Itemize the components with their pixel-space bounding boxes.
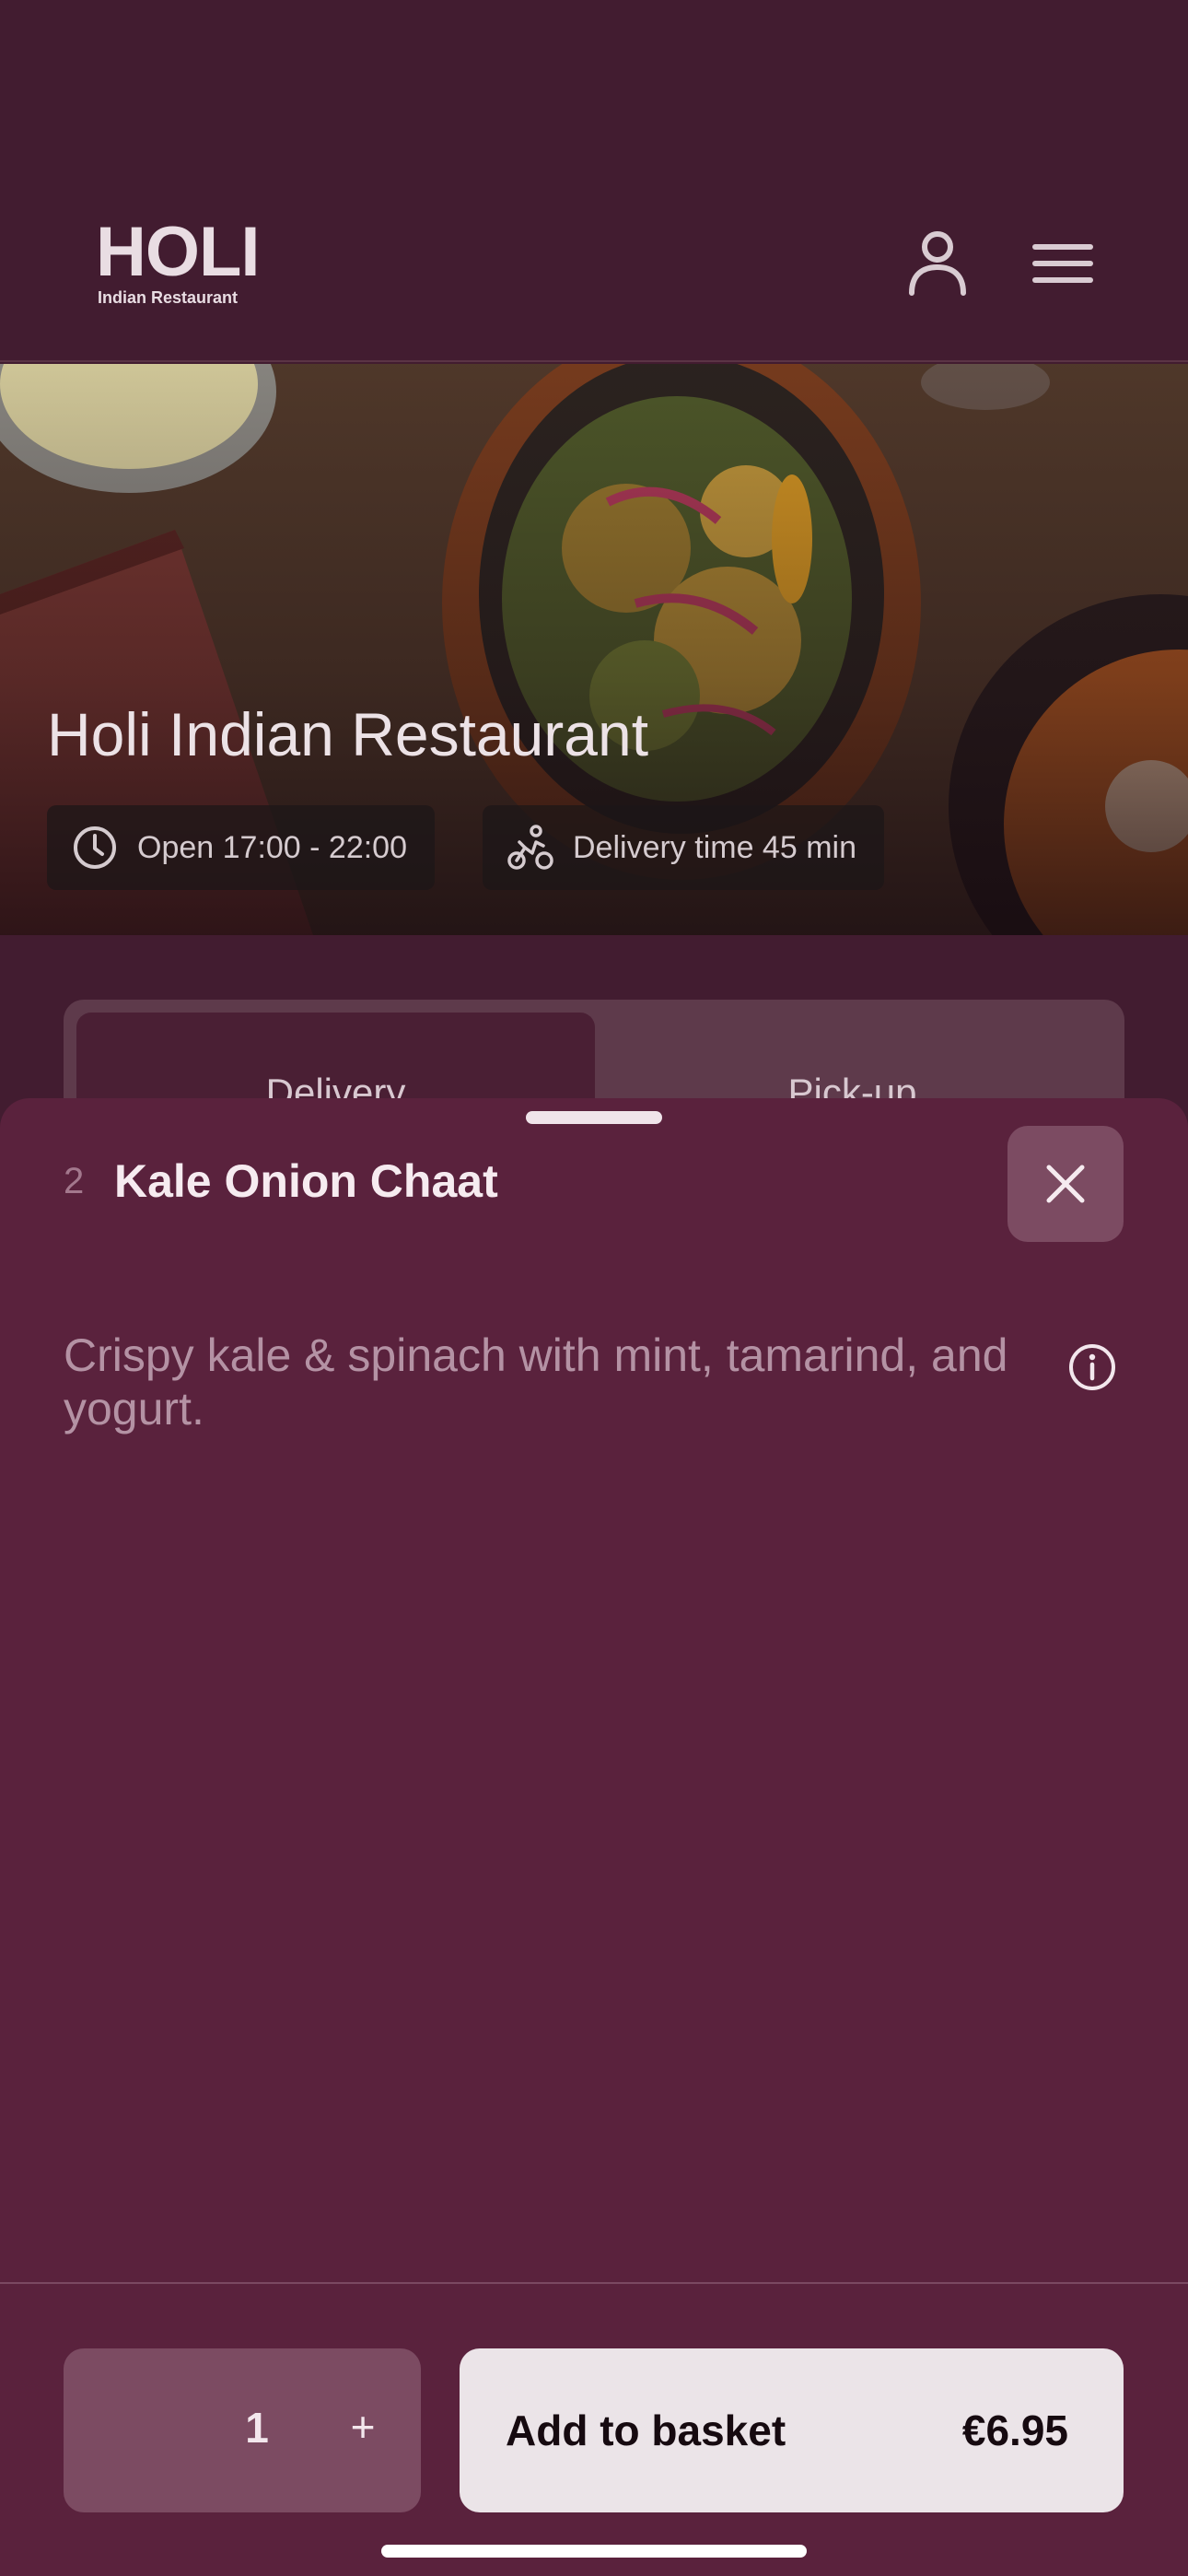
close-button[interactable]	[1007, 1126, 1124, 1242]
sheet-grabber[interactable]	[526, 1111, 662, 1124]
delivery-time-chip: Delivery time 45 min	[483, 805, 884, 890]
item-title: Kale Onion Chaat	[114, 1155, 498, 1207]
opening-hours-chip: Open 17:00 - 22:00	[47, 805, 436, 890]
account-button[interactable]	[901, 227, 974, 300]
clock-icon	[74, 826, 116, 869]
info-icon	[1069, 1344, 1115, 1390]
user-icon	[909, 231, 966, 296]
quantity-value: 1	[245, 2404, 269, 2452]
close-icon	[1046, 1165, 1085, 1203]
cyclist-icon	[507, 825, 553, 870]
app-header: HOLI Indian Restaurant	[0, 0, 1188, 362]
logo-subtitle: Indian Restaurant	[98, 288, 239, 307]
restaurant-name: Holi Indian Restaurant	[47, 700, 649, 768]
hamburger-menu-icon	[1032, 244, 1093, 283]
allergen-info-button[interactable]	[1066, 1341, 1118, 1393]
item-detail-sheet: 2 Kale Onion Chaat Crispy kale & spinach…	[0, 1098, 1188, 2576]
item-price: €6.95	[961, 2406, 1068, 2454]
item-description: Crispy kale & spinach with mint, tamarin…	[64, 1329, 1008, 1434]
add-to-basket-button[interactable]: Add to basket €6.95	[460, 2348, 1124, 2512]
add-to-basket-label: Add to basket	[506, 2406, 786, 2454]
quantity-stepper: 1 +	[64, 2348, 421, 2512]
footer-divider	[0, 2282, 1188, 2284]
restaurant-logo[interactable]: HOLI Indian Restaurant	[96, 217, 262, 308]
home-indicator[interactable]	[381, 2545, 807, 2558]
logo-wordmark: HOLI	[96, 213, 261, 291]
restaurant-hero: Holi Indian Restaurant Open 17:00 - 22:0…	[0, 364, 1188, 935]
delivery-time-text: Delivery time 45 min	[573, 829, 856, 865]
opening-hours-text: Open 17:00 - 22:00	[137, 829, 408, 865]
increase-quantity-button[interactable]: +	[331, 2395, 395, 2459]
menu-button[interactable]	[1026, 227, 1100, 300]
item-number: 2	[64, 1161, 85, 1201]
